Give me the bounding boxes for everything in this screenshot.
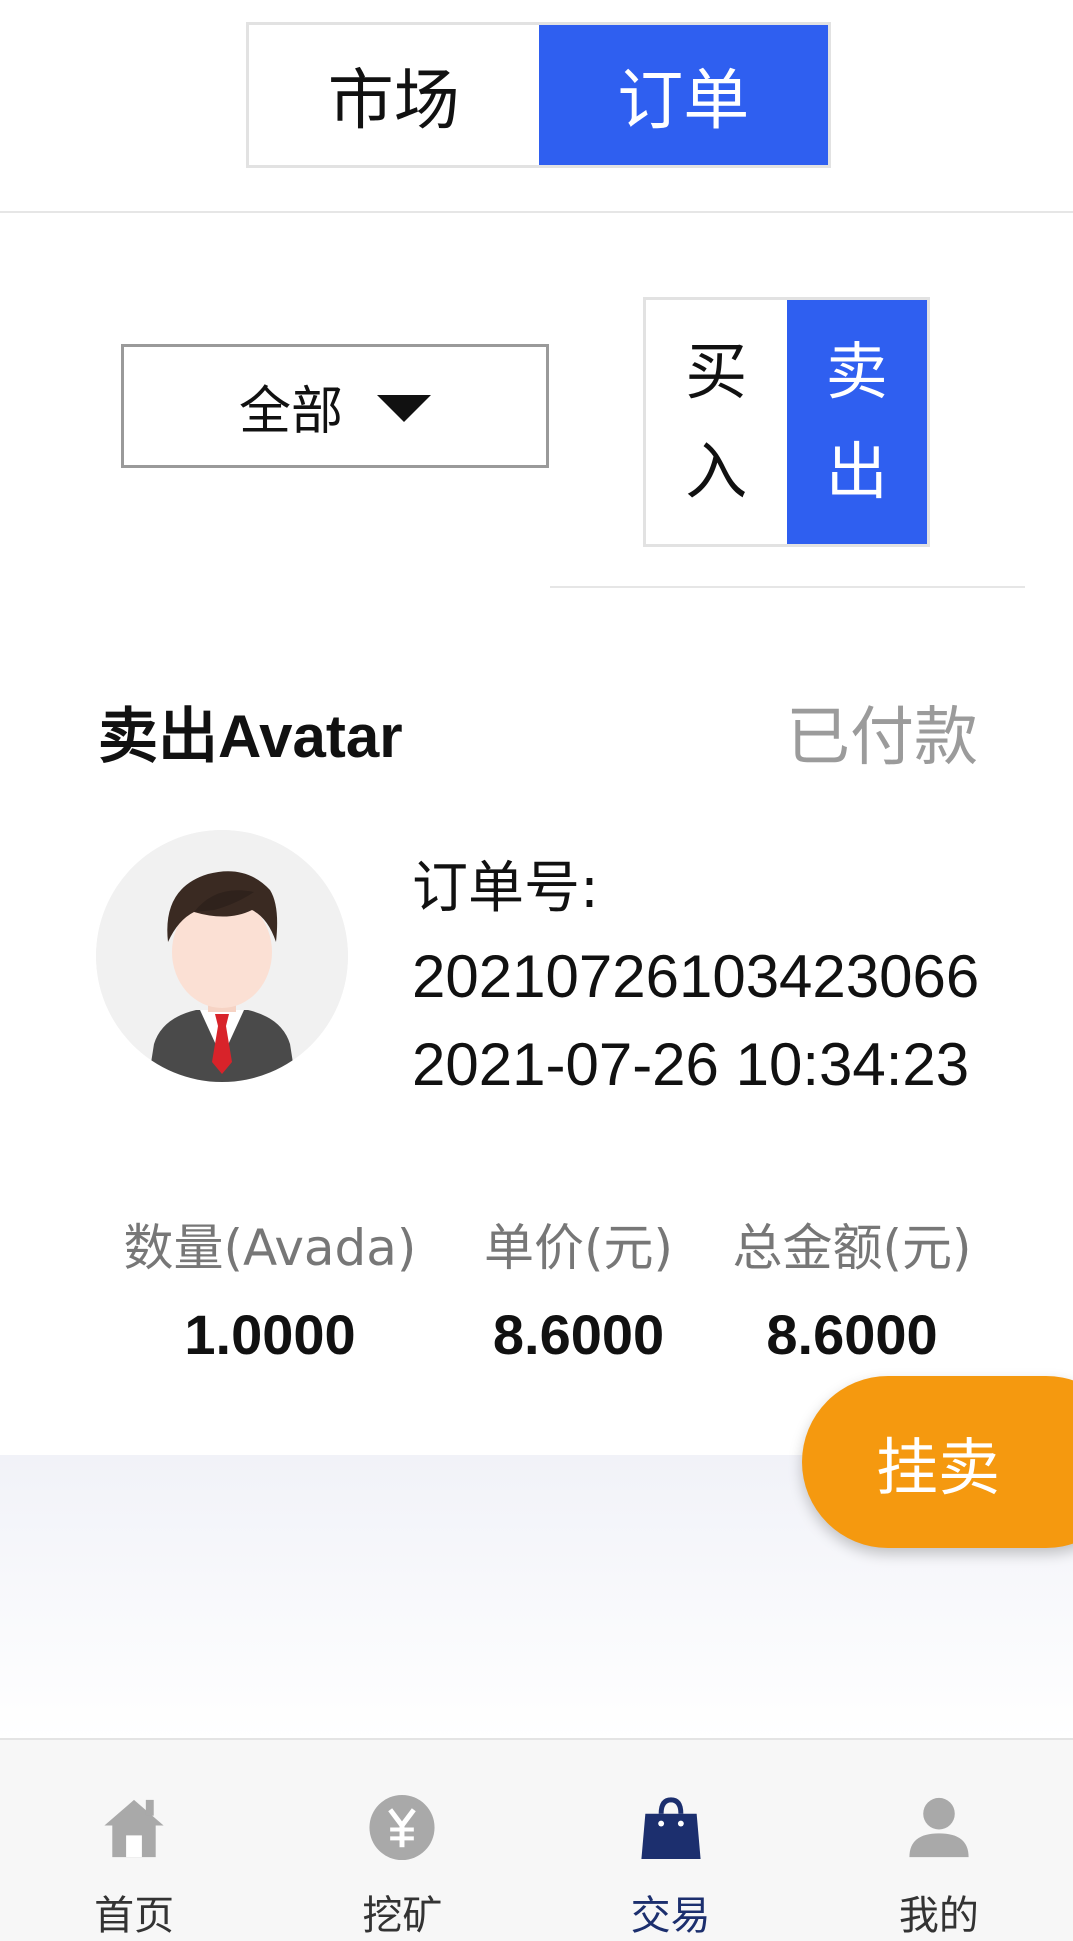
post-sell-label: 挂卖 <box>876 1431 1001 1504</box>
header-divider <box>0 211 1073 213</box>
stat-total: 总金额(元) 8.6000 <box>711 1208 993 1367</box>
home-icon <box>104 1799 164 1858</box>
tab-orders-label: 订单 <box>617 62 750 139</box>
tab-market-label: 市场 <box>327 62 460 139</box>
stat-unit-price-label: 单价(元) <box>483 1219 673 1277</box>
order-number-label: 订单号: <box>412 856 599 921</box>
trade-orders-page: 市场 订单 全部 买入 卖出 卖出Avatar 已付款 订单号: 2021072… <box>0 0 1073 1941</box>
stat-quantity-value: 1.0000 <box>184 1303 356 1366</box>
bottom-nav: 首页 挖矿 交易 我的 <box>0 1738 1073 1941</box>
stat-total-value: 8.6000 <box>766 1303 938 1366</box>
order-number: 20210726103423066 <box>412 943 980 1010</box>
avatar-illustration <box>96 830 348 1082</box>
stat-quantity: 数量(Avada) 1.0000 <box>100 1208 440 1367</box>
order-title: 卖出Avatar <box>98 703 403 770</box>
nav-profile-label: 我的 <box>898 1893 979 1939</box>
stat-total-label: 总金额(元) <box>732 1219 972 1277</box>
market-order-tabs: 市场 订单 <box>246 22 831 168</box>
sell-option-label: 卖出 <box>825 335 888 508</box>
nav-trade[interactable]: 交易 <box>537 1740 805 1941</box>
order-status-badge: 已付款 <box>786 701 978 775</box>
order-filter-dropdown[interactable]: 全部 <box>121 344 549 468</box>
stat-quantity-label: 数量(Avada) <box>123 1219 417 1277</box>
yuan-coin-icon <box>369 1794 435 1861</box>
order-stats: 数量(Avada) 1.0000 单价(元) 8.6000 总金额(元) 8.6… <box>100 1208 1000 1367</box>
buy-option[interactable]: 买入 <box>646 300 787 544</box>
buy-sell-toggle: 买入 卖出 <box>643 297 930 547</box>
nav-profile[interactable]: 我的 <box>805 1740 1073 1941</box>
stat-unit-price-value: 8.6000 <box>492 1303 665 1366</box>
shopping-bag-icon <box>641 1797 701 1860</box>
buy-option-label: 买入 <box>685 335 748 508</box>
nav-mining[interactable]: 挖矿 <box>268 1740 536 1941</box>
sell-option[interactable]: 卖出 <box>786 300 927 544</box>
order-datetime: 2021-07-26 10:34:23 <box>412 1031 970 1098</box>
nav-home[interactable]: 首页 <box>0 1740 268 1941</box>
post-sell-button[interactable]: 挂卖 <box>802 1376 1073 1548</box>
nav-home-label: 首页 <box>94 1893 175 1939</box>
user-icon <box>909 1797 969 1858</box>
stat-unit-price: 单价(元) 8.6000 <box>456 1208 701 1367</box>
nav-mining-label: 挖矿 <box>362 1893 443 1939</box>
tab-market[interactable]: 市场 <box>249 25 539 165</box>
caret-down-icon <box>377 394 431 422</box>
user-avatar-icon <box>96 830 348 1082</box>
nav-trade-label: 交易 <box>630 1893 711 1939</box>
filter-selected-label: 全部 <box>238 381 343 442</box>
tab-orders[interactable]: 订单 <box>538 25 828 165</box>
order-meta: 订单号: 20210726103423066 2021-07-26 10:34:… <box>412 845 1073 1109</box>
filter-divider <box>550 586 1025 588</box>
